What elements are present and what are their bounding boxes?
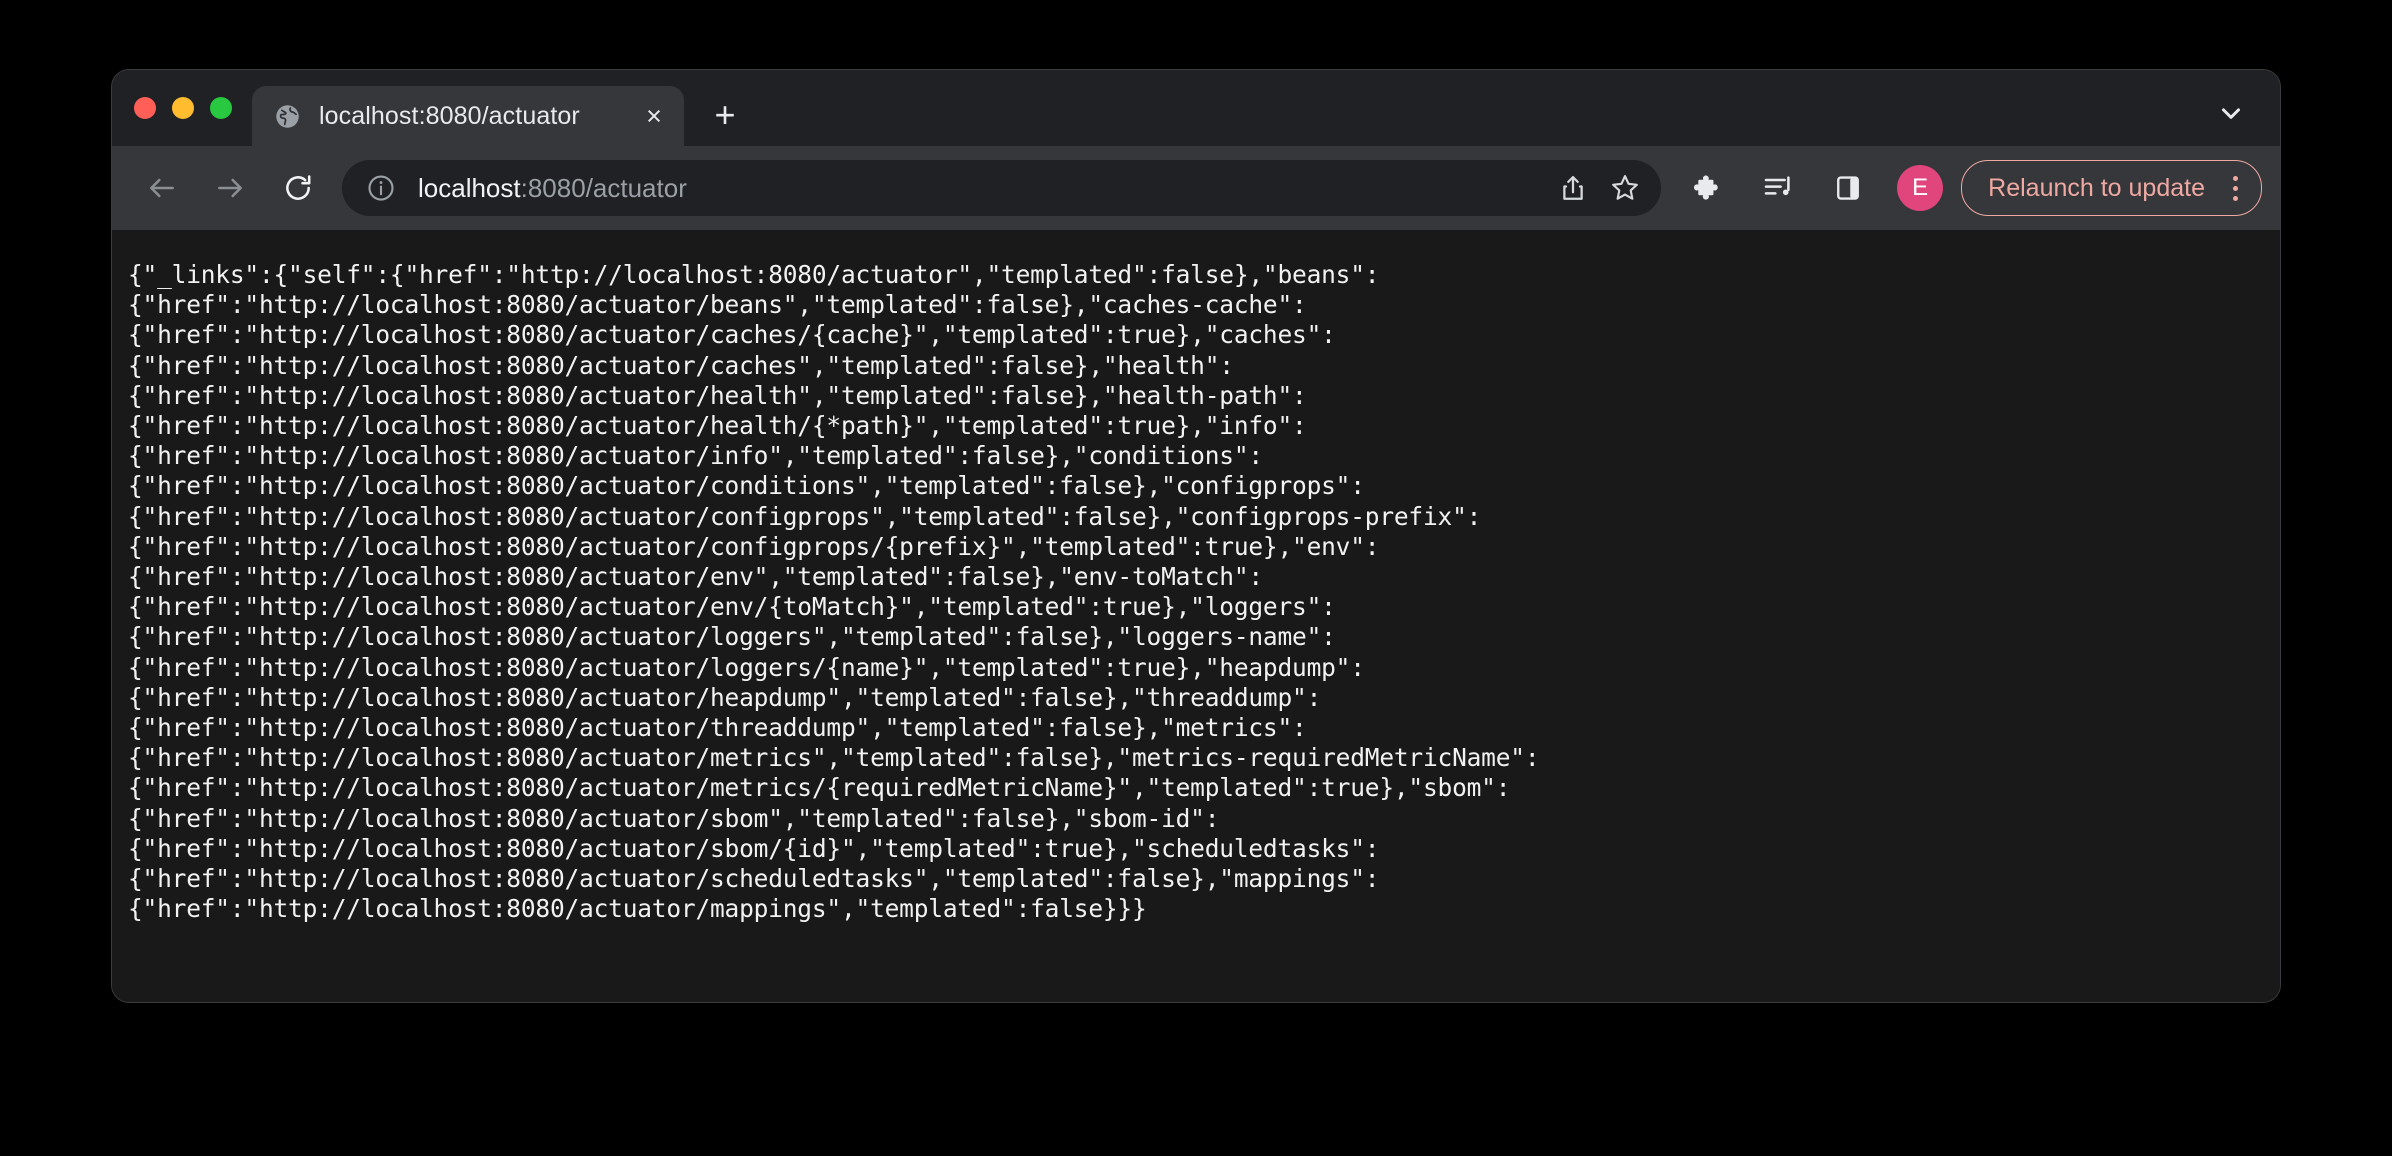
url-path: :8080/actuator [521,173,687,203]
side-panel-icon [1833,173,1863,203]
url-host: localhost [418,173,521,203]
puzzle-icon [1692,172,1724,204]
window-close-button[interactable] [134,97,156,119]
address-bar[interactable]: localhost:8080/actuator [342,160,1661,216]
tab-strip: localhost:8080/actuator × + [112,70,2280,146]
tab-search-button[interactable] [2204,86,2258,140]
relaunch-to-update-button[interactable]: Relaunch to update [1961,160,2262,216]
kebab-menu-icon[interactable] [2215,166,2255,210]
new-tab-button[interactable]: + [698,88,752,142]
page-viewport: {"_links":{"self":{"href":"http://localh… [112,230,2280,1002]
relaunch-label: Relaunch to update [1988,174,2205,203]
bookmark-button[interactable] [1599,162,1651,214]
window-maximize-button[interactable] [210,97,232,119]
info-circle-icon[interactable] [366,173,396,203]
reload-icon [282,172,314,204]
window-minimize-button[interactable] [172,97,194,119]
window-controls [112,70,252,146]
omnibox-actions [1547,162,1651,214]
actuator-json-response: {"_links":{"self":{"href":"http://localh… [112,260,2280,924]
browser-tab[interactable]: localhost:8080/actuator × [252,86,684,146]
toolbar-right-actions: E Relaunch to update [1673,160,2262,216]
reload-button[interactable] [270,160,326,216]
extensions-button[interactable] [1680,160,1736,216]
back-button[interactable] [134,160,190,216]
browser-toolbar: localhost:8080/actuator [112,146,2280,230]
star-icon [1609,172,1641,204]
browser-window: localhost:8080/actuator × + [112,70,2280,1002]
tab-close-icon[interactable]: × [632,94,676,138]
media-list-icon [1762,172,1794,204]
tab-title: localhost:8080/actuator [319,102,632,131]
url-text: localhost:8080/actuator [418,173,1547,204]
arrow-right-icon [214,172,246,204]
side-panel-button[interactable] [1820,160,1876,216]
globe-icon [274,103,301,130]
profile-avatar[interactable]: E [1897,165,1943,211]
chevron-down-icon [2216,98,2246,128]
share-icon [1558,173,1588,203]
arrow-left-icon [146,172,178,204]
media-control-button[interactable] [1750,160,1806,216]
share-button[interactable] [1547,162,1599,214]
forward-button[interactable] [202,160,258,216]
